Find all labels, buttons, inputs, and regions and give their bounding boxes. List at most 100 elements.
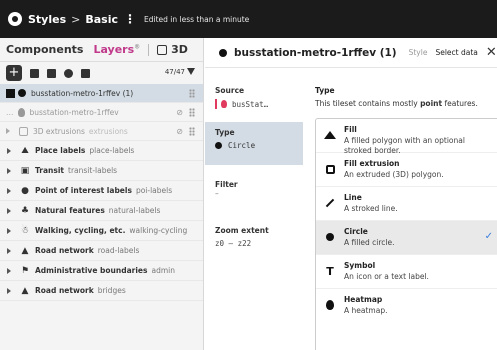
option-description: A filled circle. [344,238,395,247]
layer-group[interactable]: ☃ Walking, cycling, etc. walking-cycling [0,221,203,241]
layer-name: busstation-metro-1rffev [29,107,119,117]
group-id: admin [151,266,175,275]
mapbox-logo-icon[interactable] [8,12,22,26]
option-description: An extruded (3D) polygon. [344,170,444,179]
expand-caret-icon[interactable] [7,187,11,194]
hide-icon[interactable] [64,68,73,78]
layers-panel: Components Layers® 3D + 47/47 busstation… [0,38,204,350]
road-icon: ▲ [21,285,29,296]
zoom-extent-property[interactable]: Zoom extent z0 – z22 [215,226,303,248]
breadcrumb-styles[interactable]: Styles [28,13,66,26]
close-icon[interactable]: ✕ [486,45,497,60]
circle-layer-icon [219,48,227,57]
expand-caret-icon[interactable] [7,287,11,294]
source-value[interactable]: busStat… [215,99,303,109]
group-name: Road network [35,246,94,255]
group-id: walking-cycling [129,226,188,235]
group-name: Point of interest labels [35,186,132,195]
option-name: Heatmap [344,295,383,304]
tab-components[interactable]: Components [6,43,83,56]
source-pin-icon [221,100,227,108]
expand-caret-icon[interactable] [6,128,10,134]
layer-title[interactable]: busstation-metro-1rffev (1) [234,47,397,59]
type-property[interactable]: Type Circle [205,122,303,165]
expand-caret-icon[interactable] [7,167,11,174]
type-option-fill[interactable]: Fill A filled polygon with an optional s… [316,119,497,155]
cube-icon [19,126,28,136]
tab-layers[interactable]: Layers® [93,43,140,56]
road-icon: ▲ [21,245,29,256]
fill-extrusion-icon [324,163,336,175]
filter-property[interactable]: Filter – [215,180,303,198]
tileset-description: This tileset contains mostly point featu… [315,99,478,108]
delete-icon[interactable] [81,68,90,78]
layer-name: busstation-metro-1rffev (1) [31,88,134,98]
expand-caret-icon[interactable] [7,147,11,154]
type-heading: Type [315,86,335,95]
group-name: Walking, cycling, etc. [35,226,126,235]
check-icon: ✓ [484,231,493,242]
layer-row[interactable]: busstation-metro-1rffev (1) [0,84,203,103]
type-option-fill-extrusion[interactable]: Fill extrusion An extruded (3D) polygon. [316,153,497,187]
type-option-circle[interactable]: Circle A filled circle. ✓ [316,221,497,255]
source-color-bar [215,99,217,109]
circle-layer-icon [18,89,26,97]
type-option-line[interactable]: Line A stroked line. [316,187,497,221]
layer-id: extrusions [88,126,128,136]
add-layer-button[interactable]: + [6,65,22,81]
admin-boundaries-icon: ⚑ [20,265,30,276]
poi-icon: ● [21,185,29,196]
style-menu-icon[interactable]: ⋮ [124,12,136,26]
option-name: Fill [344,125,357,134]
type-option-heatmap[interactable]: Heatmap A heatmap. [316,289,497,323]
layer-group[interactable]: ⛰ Place labels place-labels [0,141,203,161]
layer-group[interactable]: ● Point of interest labels poi-labels [0,181,203,201]
group-id: road-labels [97,246,140,255]
hidden-eye-icon[interactable]: ⊘ [176,127,183,136]
layer-group[interactable]: ▣ Transit transit-labels [0,161,203,181]
type-selector: Type This tileset contains mostly point … [315,86,497,350]
group-id: natural-labels [108,206,161,215]
filter-icon[interactable] [187,68,195,75]
left-tabs: Components Layers® 3D [0,38,203,62]
filter-value: – [215,189,219,198]
option-name: Line [344,193,362,202]
symbol-layer-icon [17,107,25,117]
duplicate-icon[interactable] [30,68,39,78]
symbol-icon: T [326,264,334,278]
edit-status: Edited in less than a minute [144,14,250,24]
drag-handle-icon[interactable] [189,89,195,98]
group-id: bridges [97,286,126,295]
place-labels-icon: ⛰ [21,145,29,156]
type-option-symbol[interactable]: T Symbol An icon or a text label. [316,255,497,289]
zoom-value: z0 – z22 [215,239,252,248]
heatmap-icon [324,299,336,311]
option-description: A heatmap. [344,306,388,315]
expand-caret-icon[interactable] [7,227,11,234]
layer-row[interactable]: … busstation-metro-1rffev ⊘ [0,103,203,122]
layer-group[interactable]: ▲ Road network road-labels [0,241,203,261]
layer-group[interactable]: ♣ Natural features natural-labels [0,201,203,221]
tab-select-data[interactable]: Select data [435,48,477,57]
drag-handle-icon[interactable] [189,108,195,117]
option-description: An icon or a text label. [344,272,429,281]
drag-handle-icon[interactable] [189,127,195,136]
expand-caret-icon[interactable] [7,207,11,214]
layer-group[interactable]: ▲ Road network bridges [0,281,203,301]
layer-row[interactable]: 3D extrusions extrusions ⊘ [0,122,203,141]
group-name: Administrative boundaries [35,266,148,275]
tab-style[interactable]: Style [409,48,428,57]
type-value: Circle [215,141,293,150]
breadcrumb-separator: > [71,12,81,26]
hidden-eye-icon[interactable]: ⊘ [176,108,183,117]
transit-icon: ▣ [20,165,30,176]
group-name: Natural features [35,206,105,215]
natural-features-icon: ♣ [20,205,30,216]
tab-3d[interactable]: 3D [157,43,188,56]
expand-caret-icon[interactable] [7,267,11,274]
folder-icon[interactable] [47,68,56,78]
breadcrumb-style-name[interactable]: Basic [85,13,118,26]
layer-group[interactable]: ⚑ Administrative boundaries admin [0,261,203,281]
layer-count[interactable]: 47/47 [165,68,195,76]
expand-caret-icon[interactable] [7,247,11,254]
